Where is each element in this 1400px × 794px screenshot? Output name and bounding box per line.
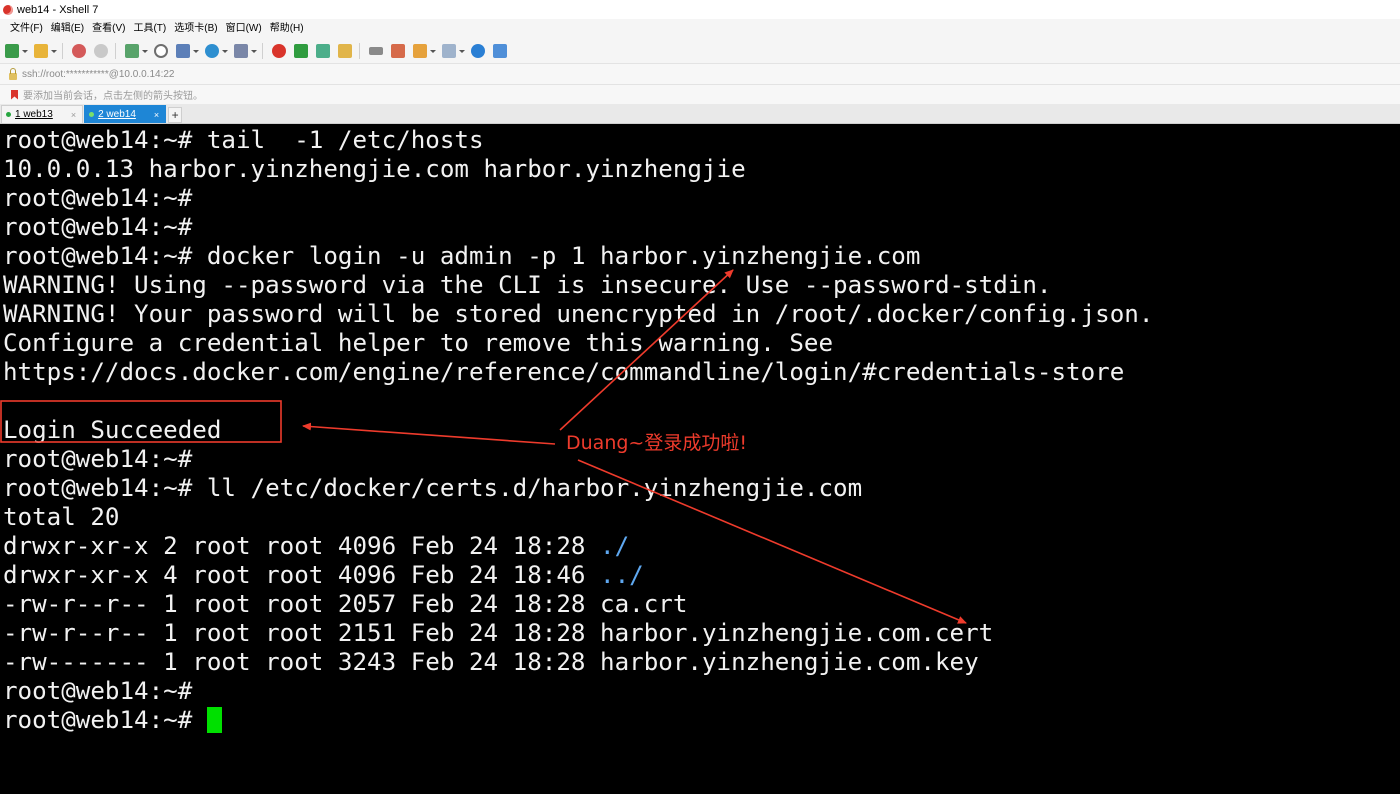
toolbar — [0, 39, 1400, 64]
session-address: ssh://root:***********@10.0.0.14:22 — [22, 68, 175, 80]
new-session-icon[interactable] — [5, 44, 28, 58]
fullscreen-icon[interactable] — [316, 44, 330, 58]
layout-icon[interactable] — [442, 44, 465, 58]
listing-prefix: drwxr-xr-x 4 root root 4096 Feb 24 18:46 — [3, 561, 601, 589]
directory-entry: ./ — [600, 532, 630, 560]
terminal-line: 10.0.0.13 harbor.yinzhengjie.com harbor.… — [3, 155, 746, 183]
menu-tabs[interactable]: 选项卡(B) — [170, 19, 221, 39]
menu-edit[interactable]: 编辑(E) — [47, 19, 88, 39]
toolbar-divider — [115, 43, 116, 59]
globe-icon[interactable] — [205, 44, 228, 58]
annotation-text: Duang~登录成功啦! — [566, 432, 747, 454]
terminal-line: root@web14:~# docker login -u admin -p 1… — [3, 242, 921, 270]
menu-window[interactable]: 窗口(W) — [222, 19, 266, 39]
lock-icon[interactable] — [338, 44, 352, 58]
xshell-logo-icon — [3, 4, 13, 15]
disconnect-icon[interactable] — [94, 44, 108, 58]
terminal-cursor — [206, 707, 222, 733]
login-succeeded-line: Login Succeeded — [3, 416, 222, 444]
new-terminal-icon[interactable] — [125, 44, 148, 58]
hint-bar: 要添加当前会话，点击左侧的箭头按钮。 — [0, 85, 1400, 104]
reconnect-icon[interactable] — [72, 44, 86, 58]
menu-bar: 文件(F) 编辑(E) 查看(V) 工具(T) 选项卡(B) 窗口(W) 帮助(… — [0, 19, 1400, 39]
terminal-line: WARNING! Using --password via the CLI is… — [3, 271, 1052, 299]
connected-status-icon — [89, 112, 95, 117]
toolbar-divider — [262, 43, 263, 59]
terminal-prompt-line: root@web14:~# — [3, 706, 222, 735]
terminal-line: root@web14:~# — [3, 445, 193, 473]
tab-web13[interactable]: 1 web13 × — [1, 105, 84, 123]
terminal-line: root@web14:~# — [3, 677, 193, 705]
toolbar-divider — [359, 43, 360, 59]
terminal[interactable]: root@web14:~# tail -1 /etc/hosts 10.0.0.… — [0, 124, 1400, 794]
tab-close-icon[interactable]: × — [154, 110, 159, 120]
terminal-line: https://docs.docker.com/engine/reference… — [3, 358, 1125, 386]
terminal-line: root@web14:~# ll /etc/docker/certs.d/har… — [3, 474, 863, 502]
properties-icon[interactable] — [176, 44, 199, 58]
font-icon[interactable] — [234, 44, 257, 58]
menu-file[interactable]: 文件(F) — [6, 19, 47, 39]
menu-help[interactable]: 帮助(H) — [266, 19, 308, 39]
help-icon[interactable] — [471, 44, 485, 58]
terminal-line: drwxr-xr-x 4 root root 4096 Feb 24 18:46… — [3, 561, 644, 590]
prompt: root@web14:~# — [3, 706, 207, 734]
connected-status-icon — [6, 112, 11, 117]
find-icon[interactable] — [154, 44, 168, 58]
terminal-line: -rw-r--r-- 1 root root 2057 Feb 24 18:28… — [3, 590, 688, 618]
lock-icon — [9, 67, 17, 80]
open-folder-icon[interactable] — [34, 44, 57, 58]
menu-tools[interactable]: 工具(T) — [129, 19, 170, 39]
hint-text: 要添加当前会话，点击左侧的箭头按钮。 — [23, 91, 203, 102]
xshell-icon[interactable] — [272, 44, 286, 58]
menu-view[interactable]: 查看(V) — [88, 19, 129, 39]
terminal-line: -rw------- 1 root root 3243 Feb 24 18:28… — [3, 648, 979, 676]
keyboard-icon[interactable] — [369, 47, 383, 55]
toolbar-divider — [62, 43, 63, 59]
terminal-line: drwxr-xr-x 2 root root 4096 Feb 24 18:28… — [3, 532, 629, 561]
tab-bar: 1 web13 × 2 web14 × + — [0, 104, 1400, 124]
tab-label: 2 web14 — [98, 109, 136, 120]
tab-close-icon[interactable]: × — [71, 110, 76, 120]
address-bar[interactable]: ssh://root:***********@10.0.0.14:22 — [0, 64, 1400, 85]
terminal-line: WARNING! Your password will be stored un… — [3, 300, 1154, 328]
terminal-line: root@web14:~# — [3, 213, 193, 241]
tab-web14[interactable]: 2 web14 × — [84, 105, 167, 123]
xftp-icon[interactable] — [294, 44, 308, 58]
tab-label: 1 web13 — [15, 109, 53, 120]
title-bar: web14 - Xshell 7 — [0, 0, 1400, 19]
directory-entry: ../ — [600, 561, 644, 589]
new-tab-button[interactable]: + — [168, 107, 183, 123]
transfer-icon[interactable] — [413, 44, 436, 58]
terminal-line: -rw-r--r-- 1 root root 2151 Feb 24 18:28… — [3, 619, 994, 647]
terminal-line: root@web14:~# — [3, 184, 193, 212]
add-session-arrow-icon[interactable] — [11, 89, 18, 100]
terminal-line: root@web14:~# tail -1 /etc/hosts — [3, 126, 484, 154]
terminal-line: total 20 — [3, 503, 120, 531]
window-title: web14 - Xshell 7 — [17, 3, 99, 16]
listing-prefix: drwxr-xr-x 2 root root 4096 Feb 24 18:28 — [3, 532, 601, 560]
chat-icon[interactable] — [493, 44, 507, 58]
terminal-line: Configure a credential helper to remove … — [3, 329, 834, 357]
script-icon[interactable] — [391, 44, 405, 58]
